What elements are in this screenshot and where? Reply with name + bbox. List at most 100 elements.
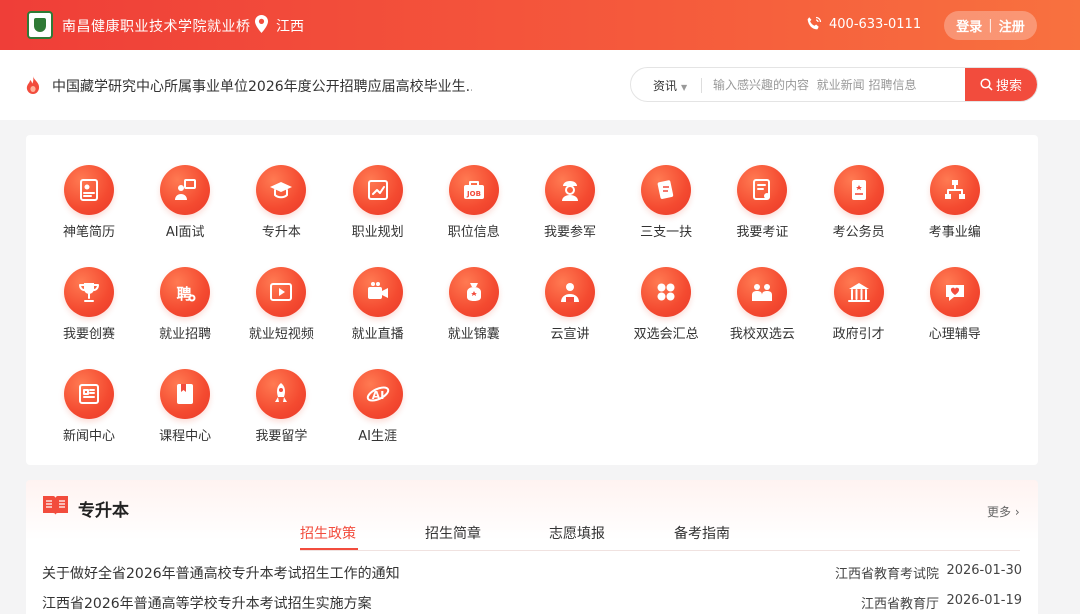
ai-career-icon: AI (352, 369, 403, 419)
service-item-label: 我要创赛 (62, 327, 115, 342)
service-item[interactable]: 就业直播 (330, 267, 426, 357)
course-book-icon (160, 369, 211, 419)
service-item-label: 我要考证 (736, 225, 789, 240)
article-title[interactable]: 江西省2026年普通高等学校专升本考试招生实施方案 (42, 593, 372, 613)
service-item-label: 考公务员 (832, 225, 885, 240)
service-item-label: 神笔简历 (62, 225, 115, 240)
service-item-label: AI面试 (165, 225, 205, 240)
service-item[interactable]: 课程中心 (137, 369, 233, 459)
service-item[interactable]: AI面试 (137, 165, 233, 255)
search-input[interactable] (713, 73, 953, 97)
government-icon (833, 267, 884, 317)
service-item[interactable]: 云宣讲 (522, 267, 618, 357)
top-header: 南昌健康职业技术学院就业桥 江西 400-633-0111 登录 | 注册 (0, 0, 1080, 50)
support-icon (641, 165, 692, 215)
login-link[interactable]: 登录 (956, 16, 982, 35)
service-item-label: 政府引才 (832, 327, 885, 342)
list-item[interactable]: 关于做好全省2026年普通高校专升本考试招生工作的通知 江西省教育考试院 2026-… (42, 563, 1022, 585)
search-divider (701, 78, 702, 93)
job-icon: JOB (448, 165, 499, 215)
service-item[interactable]: JOB 职位信息 (426, 165, 522, 255)
service-item-label: 就业锦囊 (447, 327, 500, 342)
service-item[interactable]: 就业短视频 (233, 267, 329, 357)
org-chart-icon (929, 165, 980, 215)
section-title: 专升本 (78, 501, 129, 521)
chevron-down-icon: ▼ (681, 83, 688, 92)
tabs-divider (300, 550, 1020, 551)
recruit-icon: 聘 (160, 267, 211, 317)
service-item[interactable]: 专升本 (233, 165, 329, 255)
service-item-label: 就业招聘 (159, 327, 212, 342)
auth-buttons: 登录 | 注册 (944, 11, 1037, 40)
service-item[interactable]: 我要留学 (233, 369, 329, 459)
video-icon (256, 267, 307, 317)
service-item-label: 心理辅导 (928, 327, 981, 342)
presenter-icon (545, 267, 595, 317)
service-item-label: 新闻中心 (62, 429, 115, 444)
certificate-icon (737, 165, 788, 215)
register-link[interactable]: 注册 (999, 16, 1025, 35)
soldier-icon (545, 165, 595, 215)
service-item-label: 就业短视频 (248, 327, 314, 342)
service-item[interactable]: 我要创赛 (41, 267, 137, 357)
service-item[interactable]: 双选会汇总 (618, 267, 714, 357)
tips-bag-icon (448, 267, 499, 317)
service-item-label: 专升本 (261, 225, 301, 240)
search-button[interactable]: 搜索 (965, 68, 1037, 101)
list-item[interactable]: 江西省2026年普通高等学校专升本考试招生实施方案 江西省教育厅 2026-01-1… (42, 593, 1022, 614)
svg-text:聘: 聘 (177, 285, 192, 303)
service-item[interactable]: 政府引才 (811, 267, 907, 357)
search-category-select[interactable]: 资讯 ▼ (653, 77, 687, 94)
service-item[interactable]: 就业锦囊 (426, 267, 522, 357)
service-item[interactable]: 三支一扶 (618, 165, 714, 255)
service-item-label: 云宣讲 (550, 327, 590, 342)
article-date: 2026-01-19 (946, 593, 1022, 608)
service-item[interactable]: 聘就业招聘 (137, 267, 233, 357)
site-name[interactable]: 南昌健康职业技术学院就业桥 (62, 16, 251, 36)
service-item[interactable]: 职业规划 (330, 165, 426, 255)
service-item-label: 就业直播 (351, 327, 404, 342)
graduation-cap-icon (256, 165, 307, 215)
auth-separator: | (988, 18, 993, 33)
service-item-label: 我要留学 (255, 429, 308, 444)
service-item[interactable]: 我校双选云 (714, 267, 810, 357)
phone-icon (807, 16, 822, 30)
service-item-label: 我校双选云 (729, 327, 795, 342)
service-item-label: 双选会汇总 (633, 327, 699, 342)
service-item[interactable]: 神笔简历 (41, 165, 137, 255)
section-tab[interactable]: 志愿填报 (549, 523, 605, 543)
service-item[interactable]: 考事业编 (907, 165, 1003, 255)
more-link[interactable]: 更多 › (987, 503, 1020, 520)
section-tab[interactable]: 备考指南 (674, 523, 730, 543)
service-item[interactable]: AI AI生涯 (330, 369, 426, 459)
campus-fair-icon (737, 267, 788, 317)
service-item-label: 我要参军 (543, 225, 596, 240)
section-tab[interactable]: 招生简章 (425, 523, 481, 543)
live-camera-icon (352, 267, 403, 317)
section-tab[interactable]: 招生政策 (300, 523, 356, 543)
rocket-icon (256, 369, 307, 419)
location-pin-icon[interactable] (255, 15, 268, 33)
hotline-number: 400-633-0111 (829, 17, 922, 32)
location-label[interactable]: 江西 (276, 16, 304, 36)
heart-chat-icon (929, 267, 980, 317)
service-item-label: 考事业编 (928, 225, 981, 240)
service-item[interactable]: 新闻中心 (41, 369, 137, 459)
svg-text:JOB: JOB (466, 190, 481, 198)
school-logo-icon[interactable] (27, 11, 53, 39)
service-item-label: 职位信息 (447, 225, 500, 240)
service-item-label: 三支一扶 (640, 225, 693, 240)
service-item[interactable]: 心理辅导 (907, 267, 1003, 357)
civil-service-icon (833, 165, 884, 215)
service-item[interactable]: 我要考证 (714, 165, 810, 255)
resume-icon (64, 165, 114, 215)
article-date: 2026-01-30 (946, 563, 1022, 578)
service-item[interactable]: 我要参军 (522, 165, 618, 255)
service-item[interactable]: 考公务员 (811, 165, 907, 255)
headline-notice-link[interactable]: 中国藏学研究中心所属事业单位2026年度公开招聘应届高校毕业生... (52, 76, 472, 96)
article-title[interactable]: 关于做好全省2026年普通高校专升本考试招生工作的通知 (42, 563, 400, 583)
trophy-icon (64, 267, 114, 317)
search-icon (980, 78, 993, 91)
service-item-label: AI生涯 (358, 429, 397, 444)
service-item-label: 职业规划 (351, 225, 404, 240)
